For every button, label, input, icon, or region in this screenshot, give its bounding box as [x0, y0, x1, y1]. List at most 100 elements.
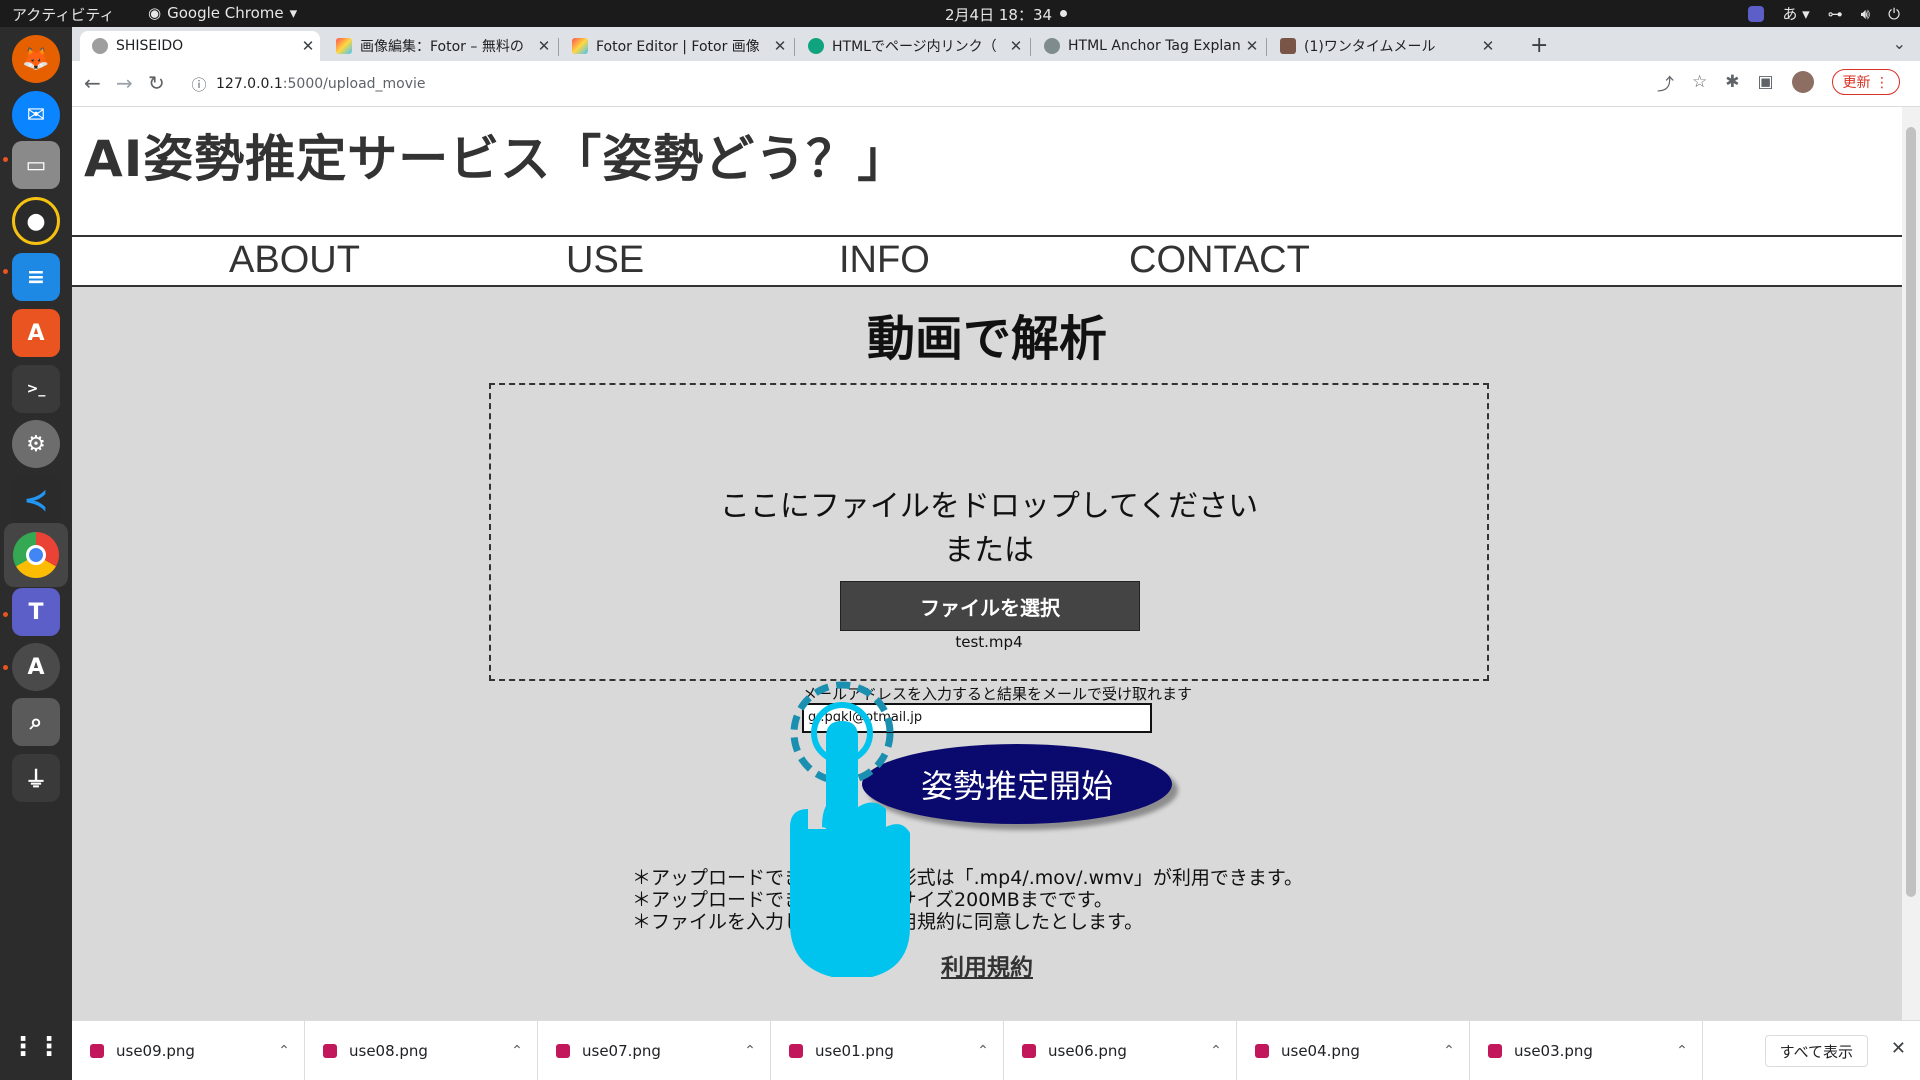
chrome-icon[interactable] [4, 523, 68, 587]
download-filename: use09.png [116, 1042, 195, 1060]
chatgpt-icon [1044, 38, 1060, 54]
app-menu[interactable]: ◉ Google Chrome ▾ [148, 4, 297, 22]
tab-fotor-2[interactable]: Fotor Editor | Fotor 画像 ✕ [560, 31, 792, 61]
notification-dot [1060, 10, 1067, 17]
chevron-up-icon[interactable]: ⌃ [730, 1043, 770, 1059]
software-updater-icon[interactable]: A [12, 643, 60, 691]
tab-html-link[interactable]: HTMLでページ内リンク（ ✕ [796, 31, 1028, 61]
chevron-up-icon[interactable]: ⌃ [497, 1043, 537, 1059]
vscode-icon[interactable]: ≺ [12, 476, 60, 524]
settings-icon[interactable]: ⚙ [12, 420, 60, 468]
close-icon[interactable]: ✕ [1891, 1038, 1906, 1059]
download-filename: use03.png [1514, 1042, 1593, 1060]
download-filename: use08.png [349, 1042, 428, 1060]
back-icon[interactable]: ← [84, 71, 101, 95]
download-item[interactable]: use08.png ⌃ [305, 1021, 538, 1080]
tab-search-icon[interactable]: ⌄ [1893, 34, 1906, 53]
close-icon[interactable]: ✕ [1004, 37, 1028, 55]
info-icon[interactable]: ⓘ [182, 74, 216, 95]
nav-contact[interactable]: CONTACT [1129, 239, 1310, 282]
note-file-size: ＊アップロードできるファイルサイズ200MBまでです。 [632, 889, 1303, 911]
nav-use[interactable]: USE [566, 239, 644, 282]
tab-label: SHISEIDO [116, 38, 184, 54]
libreoffice-writer-icon[interactable]: ≡ [12, 253, 60, 301]
chevron-up-icon[interactable]: ⌃ [264, 1043, 304, 1059]
profile-avatar[interactable] [1791, 71, 1814, 93]
app-menu-label: Google Chrome [167, 4, 284, 22]
show-apps-icon[interactable]: ⋮⋮ [10, 1023, 62, 1071]
terminal-icon[interactable]: >_ [12, 365, 60, 413]
page-content: AI姿勢推定サービス「姿勢どう？」 ABOUT USE INFO CONTACT… [72, 107, 1902, 1020]
download-item[interactable]: use06.png ⌃ [1004, 1021, 1237, 1080]
download-item[interactable]: use07.png ⌃ [538, 1021, 771, 1080]
extensions-icon[interactable]: ✱ [1725, 72, 1739, 92]
teams-icon[interactable]: T [12, 588, 60, 636]
globe-icon [92, 38, 108, 54]
share-icon[interactable]: ⤴ [1657, 70, 1674, 95]
close-icon[interactable]: ✕ [1476, 37, 1500, 55]
tab-fotor-1[interactable]: 画像編集：Fotor – 無料の ✕ [324, 31, 556, 61]
chevron-up-icon[interactable]: ⌃ [1429, 1043, 1469, 1059]
download-item[interactable]: use09.png ⌃ [72, 1021, 305, 1080]
image-viewer-icon[interactable]: ⌕ [12, 698, 60, 746]
activities-button[interactable]: アクティビティ [12, 4, 114, 25]
firefox-icon[interactable]: 🦊 [12, 35, 60, 83]
site-nav: ABOUT USE INFO CONTACT [72, 235, 1902, 287]
terms-link[interactable]: 利用規約 [72, 948, 1902, 982]
address-bar[interactable]: ⓘ 127.0.0.1:5000/upload_movie [182, 67, 1762, 101]
download-item[interactable]: use03.png ⌃ [1470, 1021, 1703, 1080]
chrome-small-icon: ◉ [148, 4, 162, 22]
scroll-thumb[interactable] [1906, 127, 1916, 897]
chevron-up-icon[interactable]: ⌃ [1662, 1043, 1702, 1059]
clock[interactable]: 2月4日 18：34 [945, 4, 1052, 25]
close-icon[interactable]: ✕ [532, 37, 556, 55]
system-top-bar: アクティビティ ◉ Google Chrome ▾ 2月4日 18：34 あ ▾… [0, 0, 1920, 27]
close-icon[interactable]: ✕ [768, 37, 792, 55]
thunderbird-icon[interactable]: ✉ [12, 91, 60, 139]
rhythmbox-icon[interactable]: ● [12, 197, 60, 245]
chatgpt-icon [808, 38, 824, 54]
download-filename: use07.png [582, 1042, 661, 1060]
forward-icon[interactable]: → [116, 71, 133, 95]
browser-window: SHISEIDO ✕ 画像編集：Fotor – 無料の ✕ Fotor Edit… [72, 27, 1920, 1080]
close-icon[interactable]: ✕ [1240, 37, 1264, 55]
image-file-icon [1488, 1044, 1502, 1058]
selected-file-name: test.mp4 [955, 633, 1023, 651]
tab-anchor-tag[interactable]: HTML Anchor Tag Explan ✕ [1032, 31, 1264, 61]
system-tray[interactable]: あ ▾ ⊶ 🔊︎ ⏻ [1748, 3, 1900, 24]
usb-drive-icon[interactable]: ⏚ [12, 754, 60, 802]
power-icon[interactable]: ⏻ [1888, 5, 1900, 23]
ubuntu-software-icon[interactable]: A [12, 309, 60, 357]
nav-info[interactable]: INFO [839, 239, 930, 282]
update-button[interactable]: 更新 ⋮ [1831, 69, 1900, 95]
new-tab-icon[interactable]: + [1530, 33, 1548, 58]
drop-instruction: ここにファイルをドロップしてください [719, 489, 1259, 524]
fotor-icon [572, 38, 588, 54]
choose-file-button[interactable]: ファイルを選択 [840, 581, 1140, 631]
toolbar-actions: ⤴ ☆ ✱ ▣ 更新 ⋮ [1657, 69, 1900, 95]
ime-indicator[interactable]: あ ▾ [1782, 3, 1809, 24]
reload-icon[interactable]: ↻ [148, 71, 165, 95]
volume-icon[interactable]: 🔊︎ [1861, 5, 1870, 23]
ime-label: あ [1782, 5, 1798, 23]
download-item[interactable]: use04.png ⌃ [1237, 1021, 1470, 1080]
teams-tray-icon[interactable] [1748, 5, 1765, 22]
tab-shiseido[interactable]: SHISEIDO ✕ [80, 31, 320, 61]
chevron-up-icon[interactable]: ⌃ [1196, 1043, 1236, 1059]
download-item[interactable]: use01.png ⌃ [771, 1021, 1004, 1080]
file-drop-zone[interactable]: ここにファイルをドロップしてください または ファイルを選択 test.mp4 [489, 383, 1489, 681]
bookmark-star-icon[interactable]: ☆ [1692, 72, 1707, 92]
tab-onetime-mail[interactable]: (1)ワンタイムメール ✕ [1268, 31, 1500, 61]
tap-hand-cursor-icon [790, 681, 910, 977]
nav-about[interactable]: ABOUT [229, 239, 360, 282]
image-file-icon [556, 1044, 570, 1058]
page-scrollbar[interactable] [1902, 107, 1920, 1020]
chevron-up-icon[interactable]: ⌃ [963, 1043, 1003, 1059]
running-indicator [3, 269, 8, 274]
download-filename: use01.png [815, 1042, 894, 1060]
close-icon[interactable]: ✕ [296, 37, 320, 55]
files-icon[interactable]: ▭ [12, 141, 60, 189]
side-panel-icon[interactable]: ▣ [1757, 72, 1773, 92]
network-icon[interactable]: ⊶ [1828, 5, 1843, 23]
show-all-downloads-button[interactable]: すべて表示 [1764, 1035, 1868, 1067]
